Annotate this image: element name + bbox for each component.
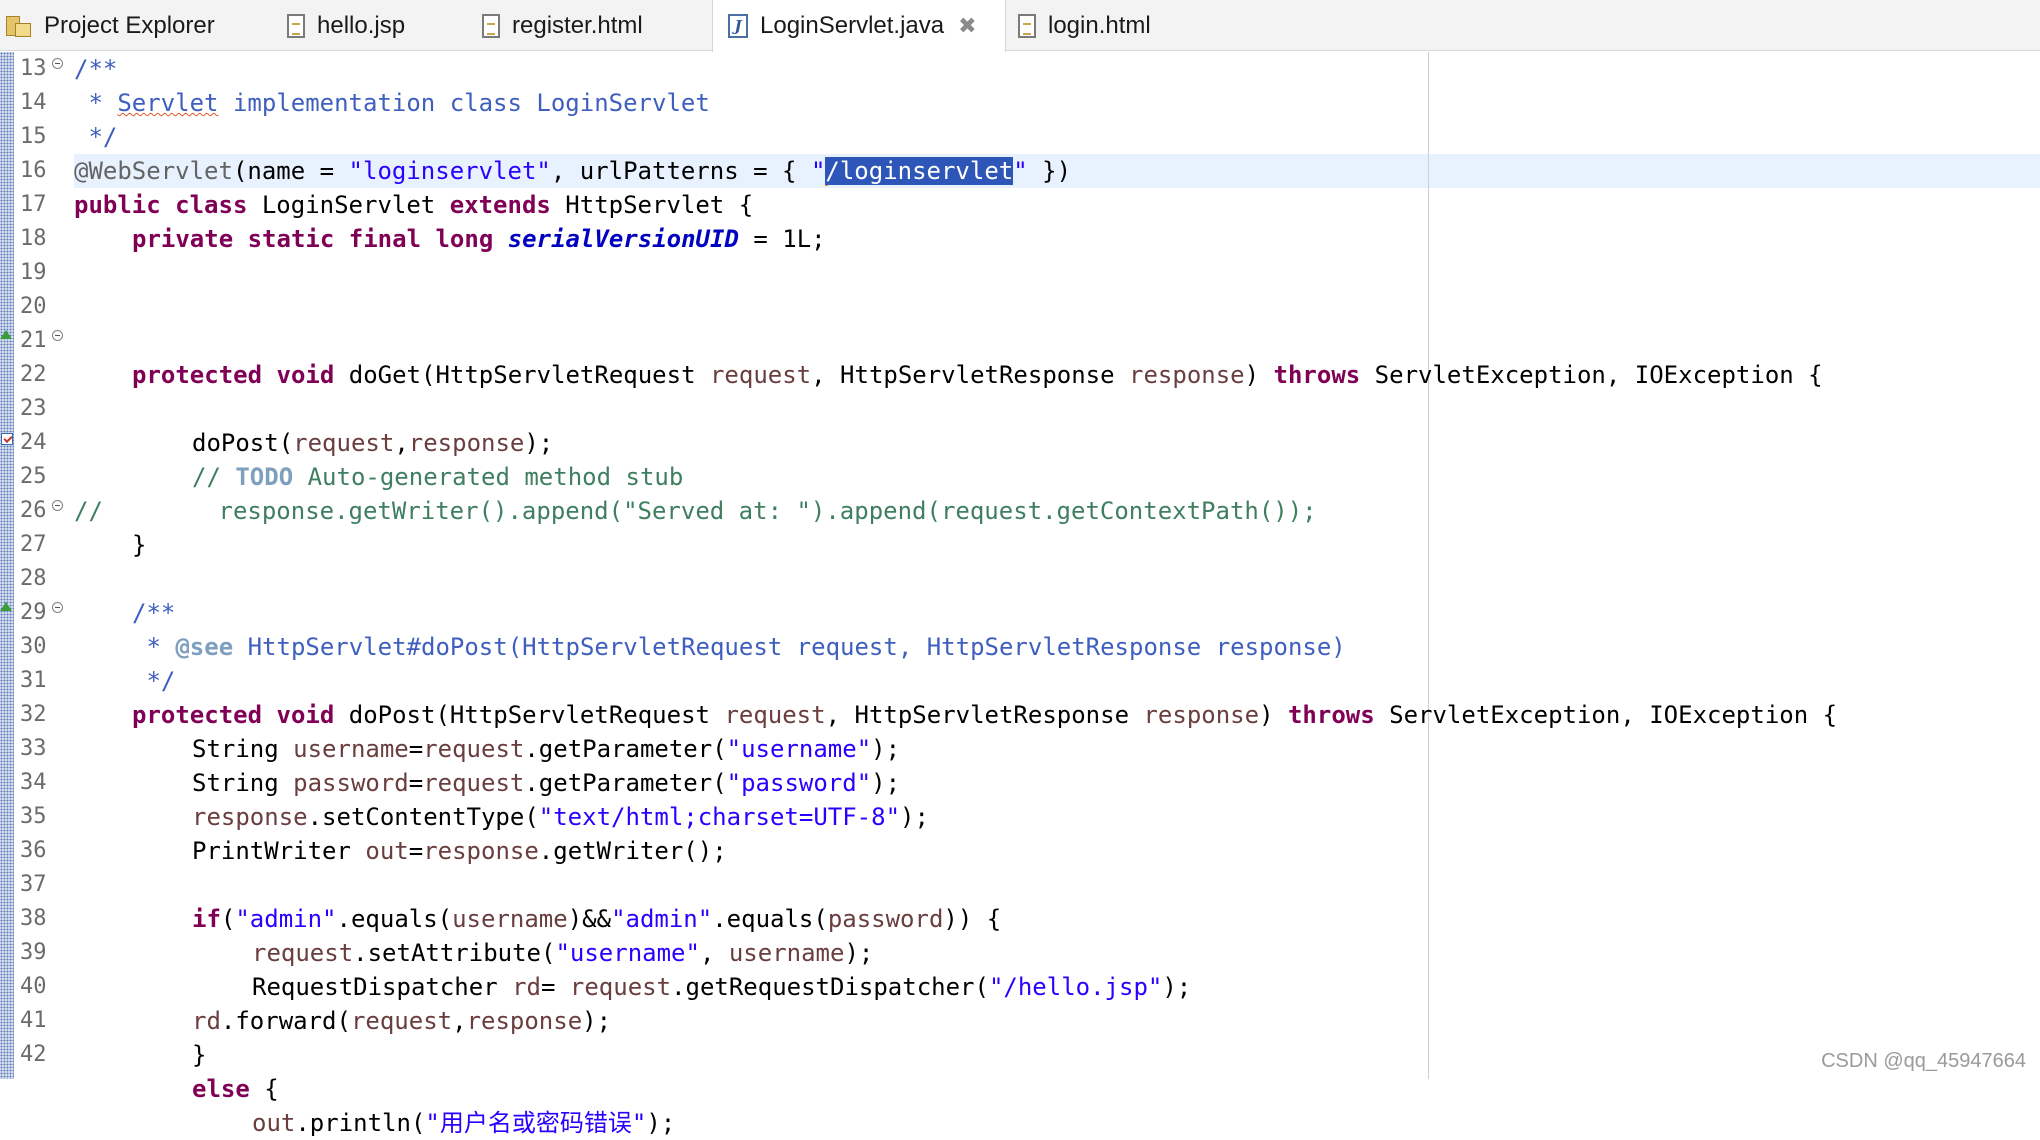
line-number: 31 [20, 668, 47, 693]
code-line[interactable]: public class LoginServlet extends HttpSe… [74, 188, 753, 222]
code-line[interactable]: out.println("用户名或密码错误"); [252, 1106, 675, 1140]
tab-label: Project Explorer [44, 11, 215, 39]
code-line[interactable]: @WebServlet(name = "loginservlet", urlPa… [74, 154, 1071, 188]
line-number: 16 [20, 158, 47, 183]
line-number: 35 [20, 804, 47, 829]
override-marker-icon[interactable] [0, 602, 12, 611]
code-editor[interactable]: 13 14 15 16 17 18 19 20 21 22 23 24 25 2… [0, 52, 2040, 1137]
tab-hello-jsp[interactable]: hello.jsp [287, 0, 467, 51]
code-area[interactable]: /** * Servlet implementation class Login… [74, 52, 2040, 1137]
vertical-ruler[interactable] [0, 52, 14, 1079]
line-number: 18 [20, 226, 47, 251]
tab-loginservlet-java[interactable]: J LoginServlet.java ✖ [712, 0, 1006, 52]
line-number: 36 [20, 838, 47, 863]
code-line[interactable]: private static final long serialVersionU… [132, 222, 826, 256]
project-explorer-icon [6, 14, 32, 38]
fold-toggle-icon[interactable] [52, 500, 63, 511]
print-margin [1428, 52, 1429, 1079]
code-line[interactable]: /** [74, 52, 117, 86]
code-line[interactable]: if("admin".equals(username)&&"admin".equ… [192, 902, 1001, 936]
override-marker-icon[interactable] [0, 330, 12, 339]
line-number: 27 [20, 532, 47, 557]
line-number: 19 [20, 260, 47, 285]
line-number: 38 [20, 906, 47, 931]
line-number: 17 [20, 192, 47, 217]
line-number: 37 [20, 872, 47, 897]
code-line[interactable]: // TODO Auto-generated method stub [192, 460, 683, 494]
tab-label: login.html [1048, 11, 1151, 39]
line-number: 41 [20, 1008, 47, 1033]
tab-label: LoginServlet.java [760, 12, 945, 39]
file-icon [482, 13, 500, 38]
code-line[interactable]: String username=request.getParameter("us… [192, 732, 900, 766]
line-number: 33 [20, 736, 47, 761]
line-number: 25 [20, 464, 47, 489]
line-number: 40 [20, 974, 47, 999]
task-marker-icon[interactable] [1, 433, 13, 445]
code-line[interactable]: */ [132, 664, 175, 698]
file-icon [287, 13, 305, 38]
editor-tab-bar: Project Explorer hello.jsp register.html… [0, 0, 2040, 52]
code-line[interactable]: PrintWriter out=response.getWriter(); [192, 834, 727, 868]
line-number-gutter: 13 14 15 16 17 18 19 20 21 22 23 24 25 2… [14, 52, 70, 1079]
fold-toggle-icon[interactable] [52, 330, 63, 341]
line-number: 22 [20, 362, 47, 387]
tab-project-explorer[interactable]: Project Explorer [0, 0, 276, 51]
code-line[interactable]: String password=request.getParameter("pa… [192, 766, 900, 800]
fold-toggle-icon[interactable] [52, 58, 63, 69]
line-number: 39 [20, 940, 47, 965]
code-line[interactable]: protected void doPost(HttpServletRequest… [132, 698, 1837, 732]
line-number: 32 [20, 702, 47, 727]
code-line[interactable]: response.setContentType("text/html;chars… [192, 800, 929, 834]
code-line[interactable]: rd.forward(request,response); [192, 1004, 611, 1038]
fold-toggle-icon[interactable] [52, 602, 63, 613]
code-line[interactable]: */ [74, 120, 117, 154]
line-number: 42 [20, 1042, 47, 1067]
line-number: 14 [20, 90, 47, 115]
java-file-icon: J [728, 14, 748, 38]
line-number: 15 [20, 124, 47, 149]
code-line[interactable]: * Servlet implementation class LoginServ… [74, 86, 709, 120]
line-number: 20 [20, 294, 47, 319]
code-line[interactable]: else { [192, 1072, 279, 1106]
code-line[interactable]: protected void doGet(HttpServletRequest … [132, 358, 1823, 392]
file-icon [1018, 13, 1036, 38]
tab-register-html[interactable]: register.html [482, 0, 702, 51]
close-icon[interactable]: ✖ [958, 15, 976, 37]
tab-label: hello.jsp [317, 11, 406, 39]
line-number: 34 [20, 770, 47, 795]
line-number: 30 [20, 634, 47, 659]
line-number: 28 [20, 566, 47, 591]
code-line[interactable]: /** [132, 596, 175, 630]
line-number: 24 [20, 430, 47, 455]
watermark: CSDN @qq_45947664 [1821, 1050, 2026, 1072]
code-line[interactable]: // response.getWriter().append("Served a… [74, 494, 1317, 528]
selected-text: /loginservlet [825, 157, 1014, 185]
tab-login-html[interactable]: login.html [1018, 0, 1218, 51]
code-line[interactable]: RequestDispatcher rd= request.getRequest… [252, 970, 1191, 1004]
code-line[interactable]: } [132, 528, 146, 562]
code-line[interactable]: request.setAttribute("username", usernam… [252, 936, 873, 970]
tab-label: register.html [512, 11, 643, 39]
code-line[interactable]: } [192, 1038, 206, 1072]
code-line[interactable]: doPost(request,response); [192, 426, 553, 460]
line-number: 23 [20, 396, 47, 421]
code-line[interactable]: * @see HttpServlet#doPost(HttpServletReq… [132, 630, 1345, 664]
